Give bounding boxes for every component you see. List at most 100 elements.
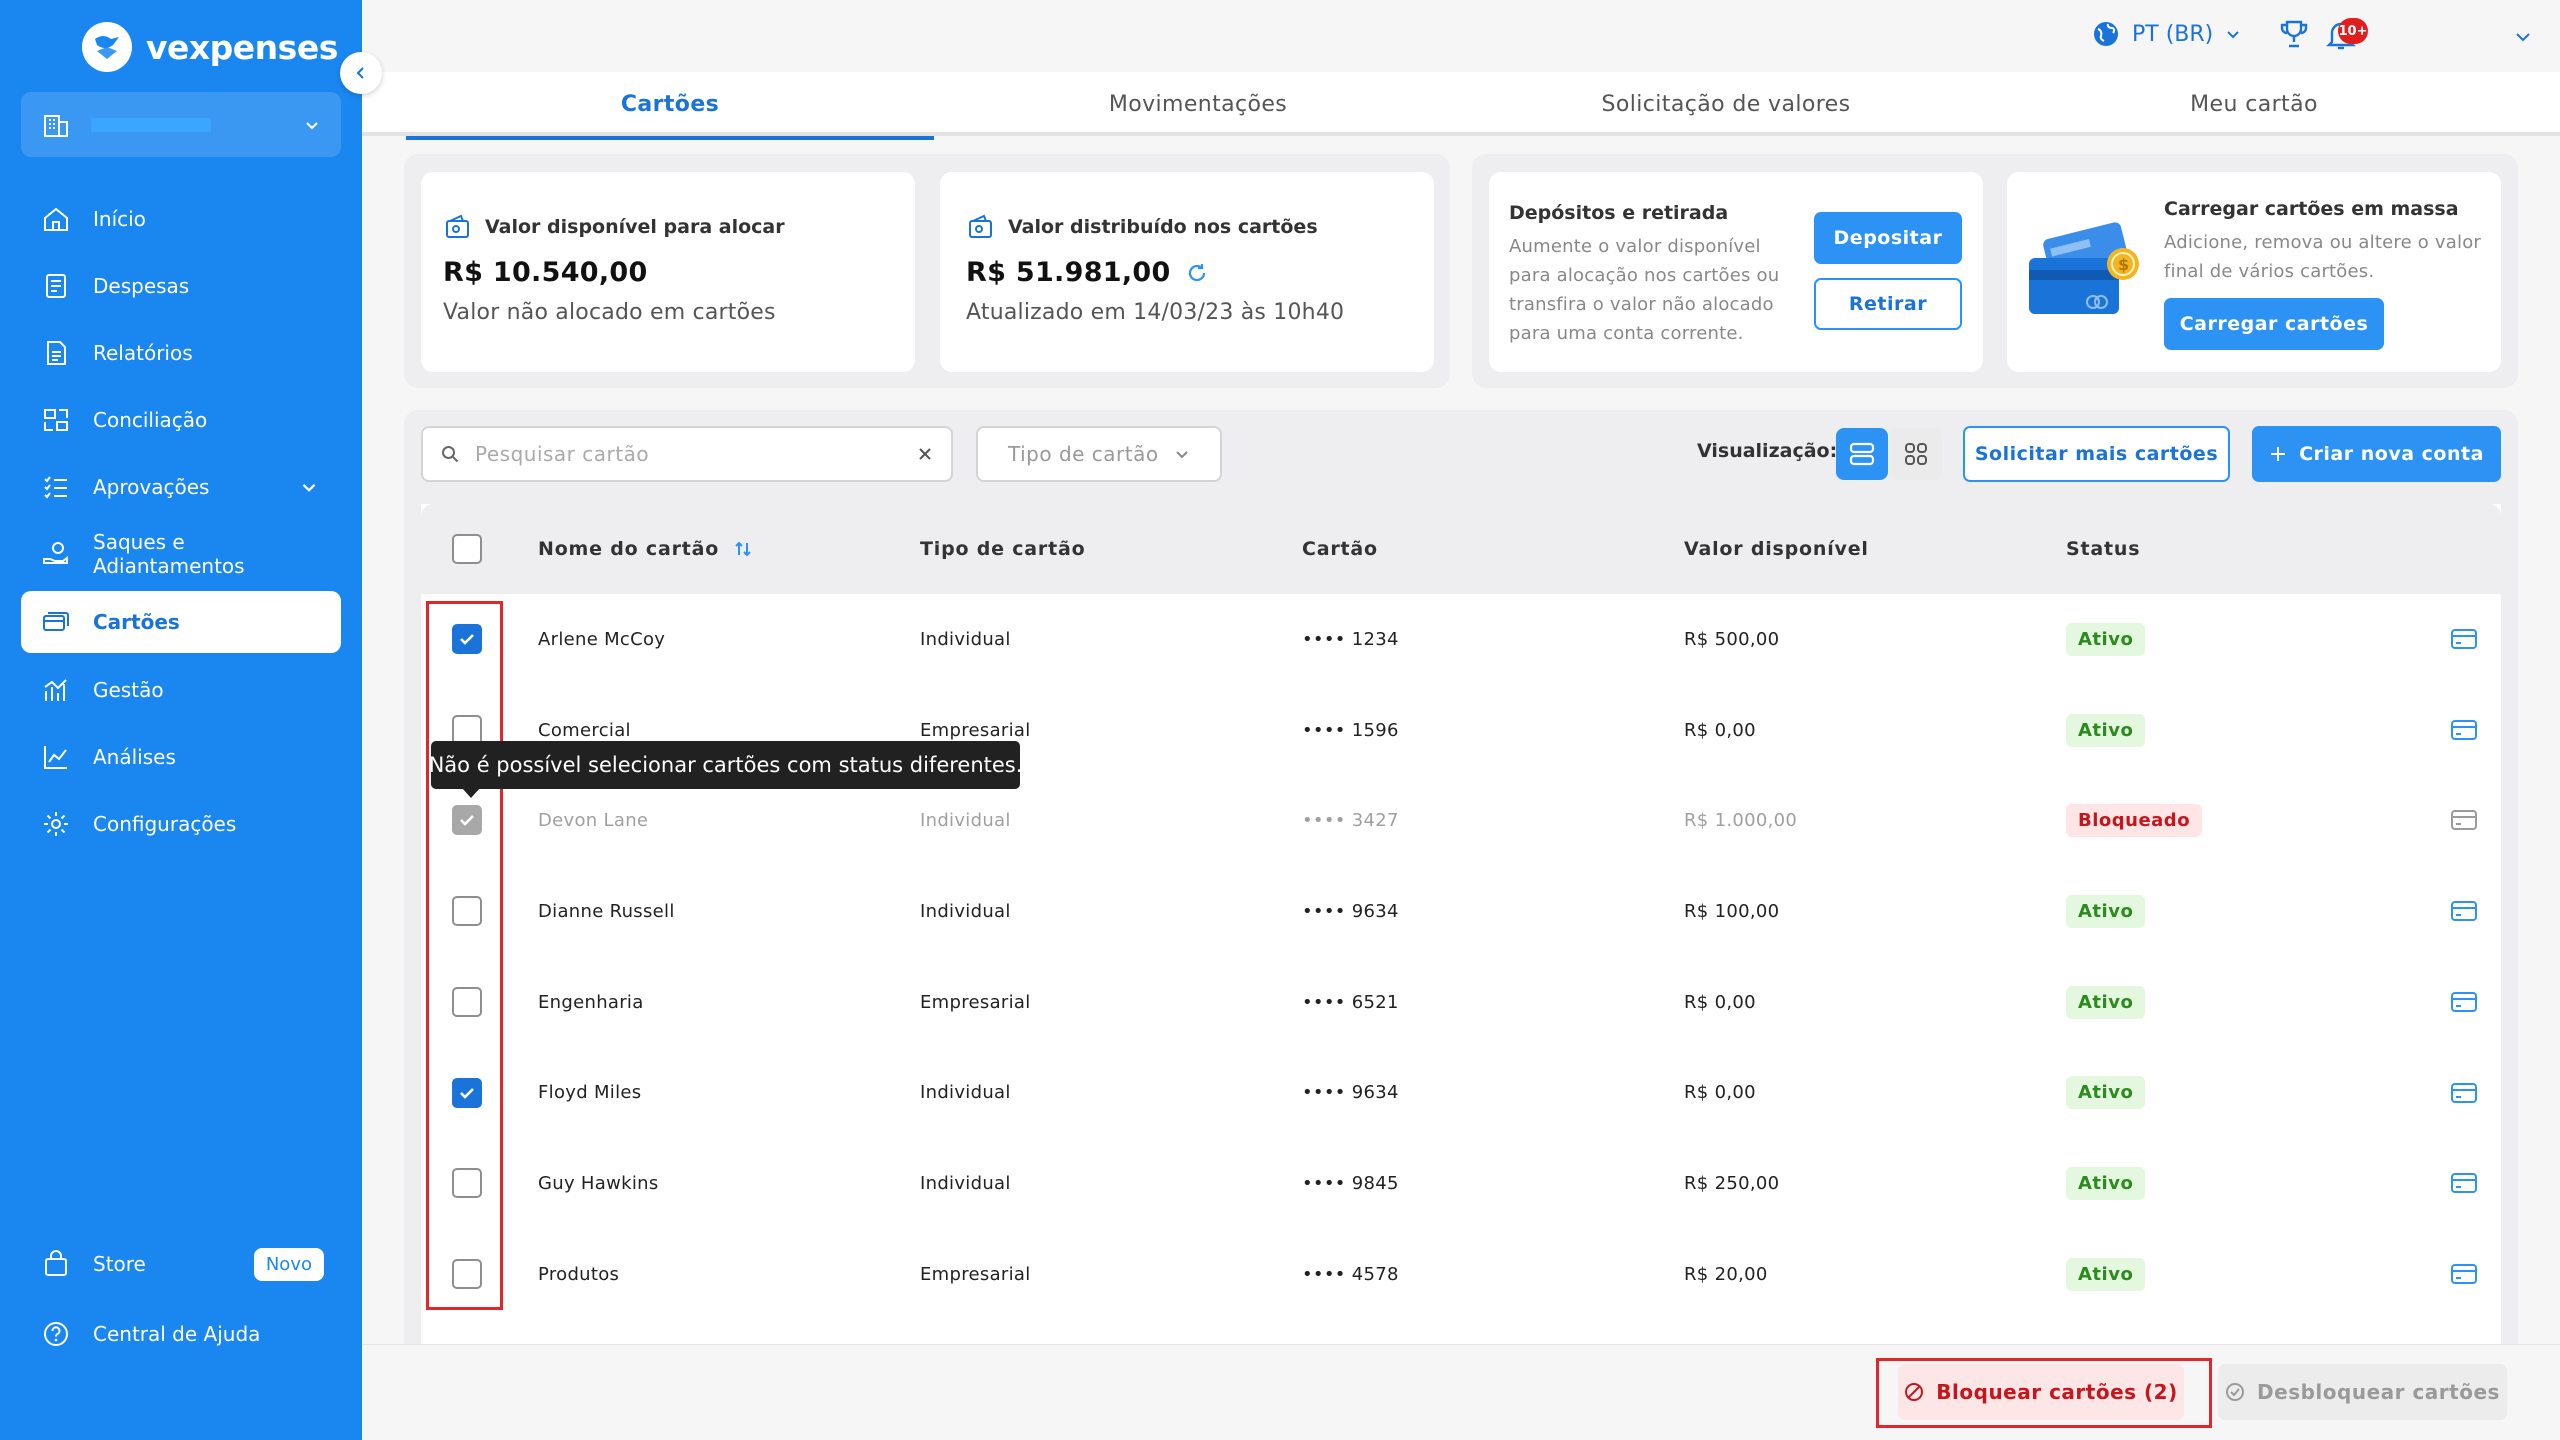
wallet-icon [969, 214, 992, 238]
cell-card: •••• 9634 [1302, 1082, 1399, 1104]
cell-type: Empresarial [920, 991, 1031, 1013]
refresh-icon[interactable] [1185, 261, 1209, 285]
cell-status: Ativo [2066, 1138, 2146, 1229]
table-row[interactable]: Guy Hawkins Individual •••• 9845 R$ 250,00 A… [421, 1138, 2501, 1229]
close-icon[interactable] [917, 446, 933, 462]
create-account-button[interactable]: Criar nova conta [2252, 426, 2501, 482]
grid-view-button[interactable] [1890, 428, 1942, 480]
card-details-button[interactable] [2449, 1259, 2479, 1293]
deposit-button[interactable]: Depositar [1814, 212, 1962, 264]
block-cards-button[interactable]: Bloquear cartões (2) [1898, 1364, 2184, 1420]
sort-icon[interactable] [733, 539, 753, 559]
tab-movimentacoes[interactable]: Movimentações [934, 72, 1462, 136]
deposits-title: Depósitos e retirada [1509, 202, 1729, 224]
table-row[interactable]: Floyd Miles Individual •••• 9634 R$ 0,00 Ati… [421, 1048, 2501, 1139]
sidebar-item-gestao[interactable]: Gestão [21, 659, 341, 721]
table-row[interactable]: Dianne Russell Individual •••• 9634 R$ 100,… [421, 866, 2501, 957]
credit-card-icon [2451, 1082, 2477, 1103]
check-circle-icon [2226, 1383, 2245, 1401]
table-row[interactable]: Produtos Empresarial •••• 4578 R$ 20,00 Ativ… [421, 1229, 2501, 1320]
table-row[interactable]: Engenharia Empresarial •••• 6521 R$ 0,00 Ati… [421, 957, 2501, 1048]
user-menu-button[interactable] [2512, 26, 2534, 52]
bulk-load-button[interactable]: Carregar cartões [2164, 298, 2384, 350]
checkmark-icon [460, 634, 474, 645]
sidebar-item-conciliacao[interactable]: Conciliação [21, 389, 341, 451]
home-icon [44, 207, 68, 231]
cards-icon [43, 612, 69, 631]
bulk-load-card: $ Carregar cartões em massa Adicione, re… [2007, 172, 2501, 372]
sidebar-item-inicio[interactable]: Início [21, 188, 341, 250]
cell-value: R$ 0,00 [1684, 719, 1756, 741]
achievements-button[interactable] [2278, 18, 2310, 54]
column-header-status: Status [2066, 538, 2141, 560]
search-field[interactable] [421, 426, 953, 482]
list-view-icon [1849, 442, 1875, 466]
card-details-button[interactable] [2449, 987, 2479, 1021]
company-selector[interactable] [21, 92, 341, 157]
sidebar-item-aprovacoes[interactable]: Aprovações [21, 456, 341, 518]
distributed-value-card: Valor distribuído nos cartões R$ 51.981,… [940, 172, 1434, 372]
card-details-button[interactable] [2449, 1168, 2479, 1202]
card-details-button[interactable] [2449, 1078, 2479, 1112]
tab-meu-cartao[interactable]: Meu cartão [1990, 72, 2518, 136]
plus-icon [2271, 447, 2286, 461]
brand-logo[interactable]: vexpenses [82, 22, 338, 72]
search-input[interactable] [475, 442, 917, 466]
sidebar-item-relatorios[interactable]: Relatórios [21, 322, 341, 384]
column-header-name[interactable]: Nome do cartão [538, 504, 753, 594]
sidebar-item-analises[interactable]: Análises [21, 726, 341, 788]
tab-solicitacao[interactable]: Solicitação de valores [1462, 72, 1990, 136]
sidebar-item-label: Cartões [93, 610, 180, 634]
sidebar-item-label: Saques e Adiantamentos [93, 530, 245, 578]
tab-cartoes[interactable]: Cartões [406, 72, 934, 140]
withdraw-button[interactable]: Retirar [1814, 278, 1962, 330]
row-checkbox[interactable] [452, 1258, 482, 1289]
card-details-button[interactable] [2449, 805, 2479, 839]
row-checkbox[interactable] [452, 986, 482, 1017]
notification-count-badge: 10+ [2338, 18, 2368, 44]
cards-table: Nome do cartão Tipo de cartão Cartão Val… [421, 504, 2501, 1344]
cell-card: •••• 9845 [1302, 1173, 1399, 1195]
request-more-cards-button[interactable]: Solicitar mais cartões [1963, 426, 2230, 482]
card-details-button[interactable] [2449, 624, 2479, 658]
collapse-sidebar-button[interactable] [340, 52, 382, 94]
cell-status: Ativo [2066, 866, 2146, 957]
card-details-button[interactable] [2449, 715, 2479, 749]
sidebar-item-configuracoes[interactable]: Configurações [21, 793, 341, 855]
sidebar-item-saques[interactable]: Saques e Adiantamentos [21, 523, 341, 585]
sidebar-item-despesas[interactable]: Despesas [21, 255, 341, 317]
cell-status: Bloqueado [2066, 775, 2203, 866]
search-icon [442, 446, 459, 463]
row-checkbox [452, 805, 482, 836]
sidebar-item-label: Gestão [93, 678, 164, 702]
card-details-button[interactable] [2449, 896, 2479, 930]
row-checkbox[interactable] [452, 624, 482, 654]
cell-value: R$ 1.000,00 [1684, 810, 1798, 832]
cell-name: Guy Hawkins [538, 1173, 659, 1195]
list-view-button[interactable] [1836, 428, 1888, 480]
building-icon [44, 114, 68, 137]
sidebar-item-store[interactable]: Store Novo [21, 1233, 341, 1295]
sidebar-item-label: Central de Ajuda [93, 1322, 261, 1346]
row-checkbox[interactable] [452, 896, 482, 927]
row-checkbox[interactable] [452, 1168, 482, 1199]
chevron-down-icon [1176, 451, 1188, 459]
cell-status: Ativo [2066, 1048, 2146, 1139]
cell-name: Arlene McCoy [538, 628, 666, 650]
brand-name: vexpenses [146, 27, 338, 67]
select-all-checkbox[interactable] [452, 534, 482, 564]
sidebar-item-cartoes[interactable]: Cartões [21, 591, 341, 653]
status-badge: Ativo [2066, 1167, 2146, 1201]
status-badge: Ativo [2066, 713, 2146, 747]
cell-type: Individual [920, 900, 1011, 922]
status-badge: Bloqueado [2066, 804, 2203, 838]
sidebar-item-label: Início [93, 207, 146, 231]
credit-card-icon [2451, 1173, 2477, 1194]
table-row[interactable]: Arlene McCoy Individual •••• 1234 R$ 500,00… [421, 594, 2501, 685]
chevron-down-icon [2227, 31, 2239, 39]
card-type-select[interactable]: Tipo de cartão [976, 426, 1222, 482]
sidebar-item-help[interactable]: Central de Ajuda [21, 1303, 341, 1365]
language-selector[interactable]: PT (BR) [2092, 20, 2241, 48]
row-checkbox[interactable] [452, 1077, 482, 1108]
sidebar-item-label: Conciliação [93, 408, 208, 432]
